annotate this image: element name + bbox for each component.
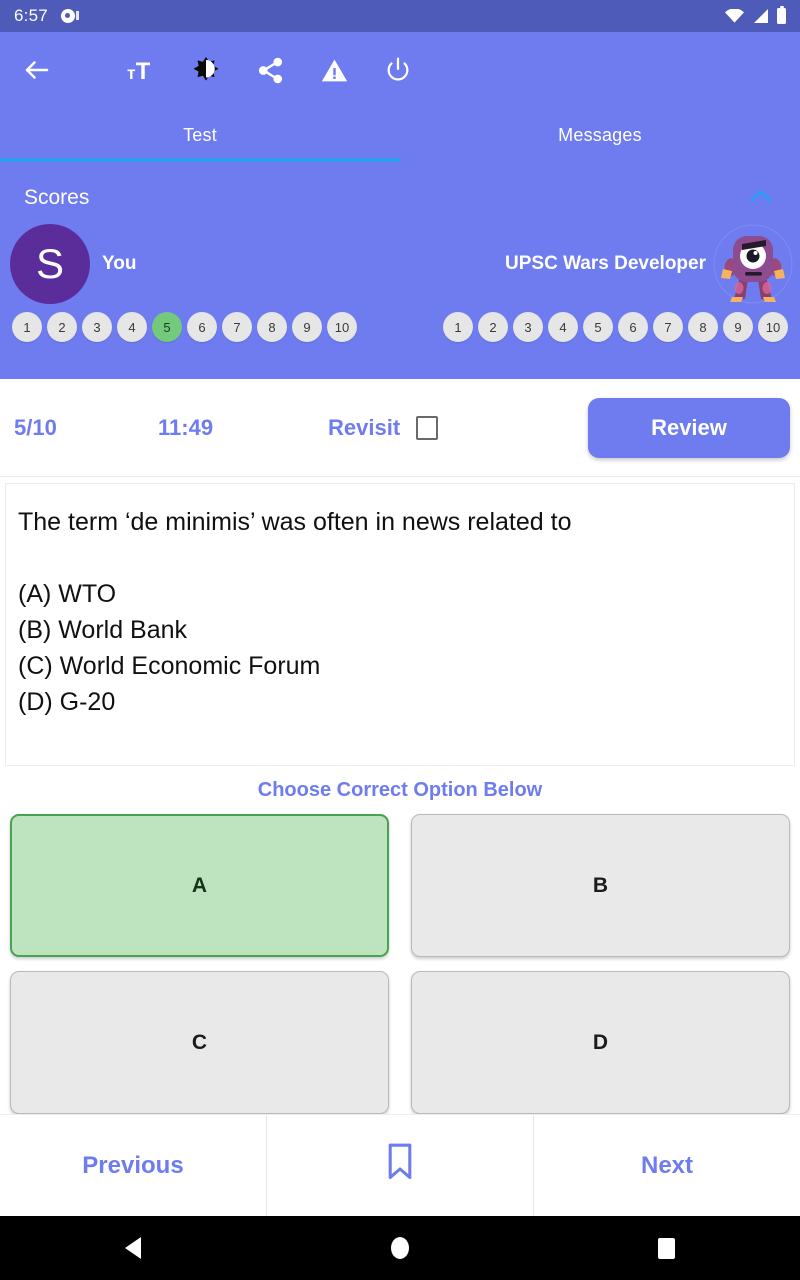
brightness-contrast-icon[interactable] [174, 45, 238, 95]
score-dot[interactable]: 9 [292, 312, 322, 342]
android-back-icon[interactable] [0, 1237, 267, 1259]
score-dot[interactable]: 4 [117, 312, 147, 342]
battery-icon [777, 5, 786, 24]
score-dot[interactable]: 6 [187, 312, 217, 342]
wifi-icon [725, 9, 744, 23]
score-dot[interactable]: 2 [478, 312, 508, 342]
status-bar-left: 6:57 [14, 6, 79, 26]
app-root: 6:57 т T Test Messages Scores S You UPSC… [0, 0, 800, 1280]
score-dot[interactable]: 8 [688, 312, 718, 342]
status-bar: 6:57 [0, 0, 800, 32]
share-icon[interactable] [238, 45, 302, 95]
chevron-up-icon[interactable] [746, 187, 776, 210]
player-name: UPSC Wars Developer [505, 253, 706, 274]
score-dot[interactable]: 5 [583, 312, 613, 342]
dots-opponent: 1 2 3 4 5 6 7 8 9 10 [400, 312, 800, 342]
app-bar: т T [0, 32, 800, 108]
review-button[interactable]: Review [588, 398, 790, 458]
bookmark-button[interactable] [266, 1115, 534, 1216]
svg-text:т: т [127, 63, 136, 83]
robot-avatar-icon [712, 223, 794, 305]
cellular-signal-icon [754, 9, 768, 23]
status-bar-right [725, 5, 786, 24]
score-dot[interactable]: 1 [443, 312, 473, 342]
player-you: S You [0, 216, 402, 312]
option-c-button[interactable]: C [10, 971, 389, 1114]
score-dot[interactable]: 6 [618, 312, 648, 342]
revisit-label: Revisit [328, 414, 401, 440]
text-size-icon[interactable]: т T [110, 45, 174, 95]
power-icon[interactable] [366, 45, 430, 95]
score-dot[interactable]: 8 [257, 312, 287, 342]
svg-text:T: T [136, 58, 151, 85]
option-grid: ABCD [0, 814, 800, 1114]
player-opponent: UPSC Wars Developer [402, 216, 800, 312]
score-dot[interactable]: 4 [548, 312, 578, 342]
tab-bar: Test Messages [0, 108, 800, 162]
choose-option-label: Choose Correct Option Below [257, 778, 543, 801]
previous-button[interactable]: Previous [0, 1115, 266, 1216]
option-d-button[interactable]: D [411, 971, 790, 1114]
scores-panel: Scores S You UPSC Wars Developer 1 2 3 4… [0, 162, 800, 379]
option-a-button[interactable]: A [10, 814, 389, 957]
score-dot[interactable]: 7 [653, 312, 683, 342]
back-arrow-icon[interactable] [22, 45, 74, 95]
scores-players: S You UPSC Wars Developer [0, 216, 800, 312]
option-b-button[interactable]: B [411, 814, 790, 957]
score-dot[interactable]: 10 [758, 312, 788, 342]
question-text: The term ‘de minimis’ was often in news … [18, 508, 572, 536]
player-name: You [102, 253, 137, 274]
question-options-text: (A) WTO (B) World Bank (C) World Economi… [18, 579, 321, 716]
record-dot-icon [60, 8, 79, 24]
dots-you: 1 2 3 4 5 6 7 8 9 10 [0, 312, 400, 342]
scores-dot-rows: 1 2 3 4 5 6 7 8 9 10 1 2 3 4 5 6 7 8 9 10 [0, 312, 800, 342]
status-bar-clock: 6:57 [14, 6, 48, 25]
tab-test[interactable]: Test [0, 108, 400, 162]
scores-title: Scores [24, 186, 90, 209]
bookmark-icon [383, 1141, 417, 1190]
score-dot[interactable]: 3 [82, 312, 112, 342]
question-meta-bar: 5/10 11:49 Revisit Review [0, 379, 800, 477]
scores-header[interactable]: Scores [0, 180, 800, 216]
tab-messages[interactable]: Messages [400, 108, 800, 162]
score-dot[interactable]: 2 [47, 312, 77, 342]
score-dot[interactable]: 10 [327, 312, 357, 342]
score-dot[interactable]: 9 [723, 312, 753, 342]
question-card: The term ‘de minimis’ was often in news … [5, 483, 795, 766]
score-dot[interactable]: 5 [152, 312, 182, 342]
score-dot[interactable]: 7 [222, 312, 252, 342]
android-home-icon[interactable] [267, 1237, 534, 1259]
question-progress: 5/10 [14, 414, 57, 440]
timer: 11:49 [158, 414, 214, 440]
report-warning-icon[interactable] [302, 45, 366, 95]
score-dot[interactable]: 3 [513, 312, 543, 342]
avatar: S [10, 224, 90, 304]
revisit-checkbox[interactable] [416, 415, 439, 440]
android-navigation-bar [0, 1216, 800, 1280]
revisit-toggle[interactable]: Revisit [328, 414, 439, 441]
score-dot[interactable]: 1 [12, 312, 42, 342]
bottom-nav: Previous Next [0, 1114, 800, 1216]
android-recents-icon[interactable] [533, 1237, 800, 1259]
next-button[interactable]: Next [534, 1115, 800, 1216]
